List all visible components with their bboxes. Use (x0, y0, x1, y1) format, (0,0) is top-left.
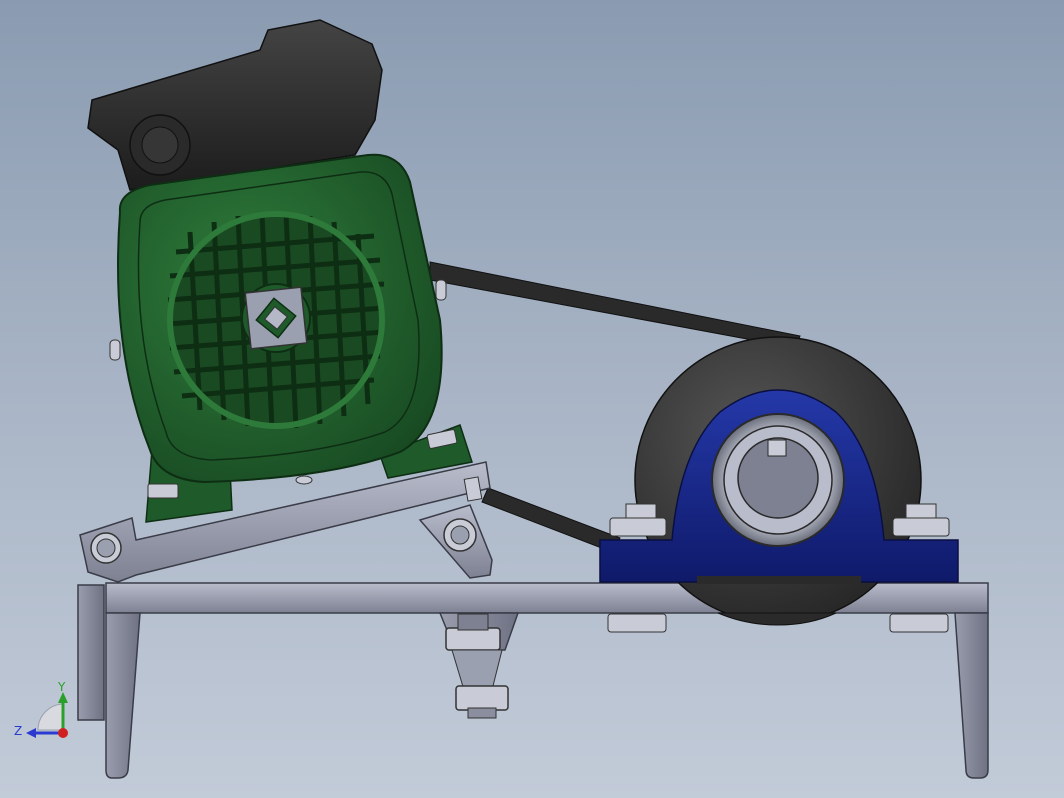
triad-arc-icon (37, 703, 65, 731)
bearing-base-shim (697, 576, 861, 584)
shaft-keyway (767, 439, 787, 457)
belt-upper-run[interactable] (429, 261, 801, 349)
frame-leg-right[interactable] (954, 612, 989, 779)
tension-bolt[interactable] (438, 612, 520, 719)
triad-y-label: Y (57, 680, 66, 694)
motor-mount-plate[interactable] (79, 461, 493, 583)
coordinate-triad: Y Z (14, 680, 68, 738)
tension-nut-upper[interactable] (445, 627, 501, 651)
frame-left-post[interactable] (77, 584, 105, 721)
tension-nut-lower[interactable] (455, 685, 509, 711)
frame-leg-left[interactable] (105, 612, 141, 779)
cad-viewport[interactable]: Y Z (0, 0, 1064, 798)
base-frame[interactable] (77, 582, 989, 779)
triad-z-label: Z (14, 724, 22, 738)
electric-motor[interactable] (109, 153, 447, 485)
fan-hub (241, 283, 311, 353)
fan-grille (167, 211, 385, 429)
pulley-lower-arc (717, 612, 837, 626)
triad-origin-icon (58, 728, 68, 738)
